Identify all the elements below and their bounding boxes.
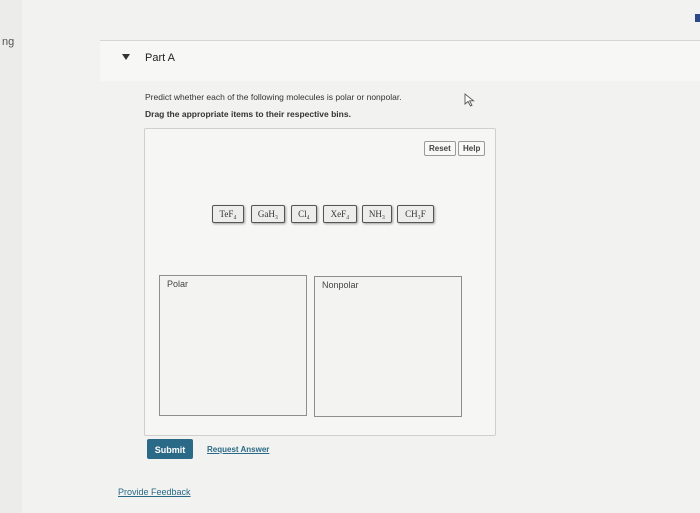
instruction-text: Drag the appropriate items to their resp…	[145, 109, 351, 119]
bin-label-polar: Polar	[167, 279, 189, 289]
molecule-token-ch3f[interactable]: CH₃F	[397, 205, 434, 223]
molecule-token-gah3[interactable]: GaH₃	[251, 205, 285, 223]
bin-nonpolar[interactable]: Nonpolar	[314, 276, 462, 417]
part-title: Part A	[145, 52, 175, 64]
help-button[interactable]: Help	[458, 141, 486, 156]
bin-polar[interactable]: Polar	[159, 275, 307, 416]
right-edge-mark	[695, 14, 700, 22]
chevron-down-icon[interactable]	[122, 54, 130, 60]
provide-feedback-link[interactable]: Provide Feedback	[118, 487, 191, 497]
question-text: Predict whether each of the following mo…	[145, 92, 402, 102]
left-edge-panel: ng	[0, 0, 22, 513]
bin-label-nonpolar: Nonpolar	[322, 280, 359, 290]
mouse-cursor-icon	[463, 93, 477, 112]
reset-button[interactable]: Reset	[424, 141, 456, 156]
molecule-token-nh3[interactable]: NH₃	[362, 205, 392, 223]
page: ng Part A Predict whether each of the fo…	[0, 0, 700, 513]
submit-button[interactable]: Submit	[147, 439, 193, 459]
drag-drop-workspace: Reset Help TeF₄ GaH₃ Cl₄ XeF₄ NH₃ CH₃F P…	[144, 128, 496, 436]
part-header[interactable]: Part A	[100, 41, 700, 81]
request-answer-link[interactable]: Request Answer	[207, 445, 269, 454]
edge-text: ng	[2, 36, 15, 48]
molecule-token-xef4[interactable]: XeF₄	[323, 205, 357, 223]
molecule-token-cl4[interactable]: Cl₄	[291, 205, 317, 223]
molecule-token-tef4[interactable]: TeF₄	[212, 205, 244, 223]
